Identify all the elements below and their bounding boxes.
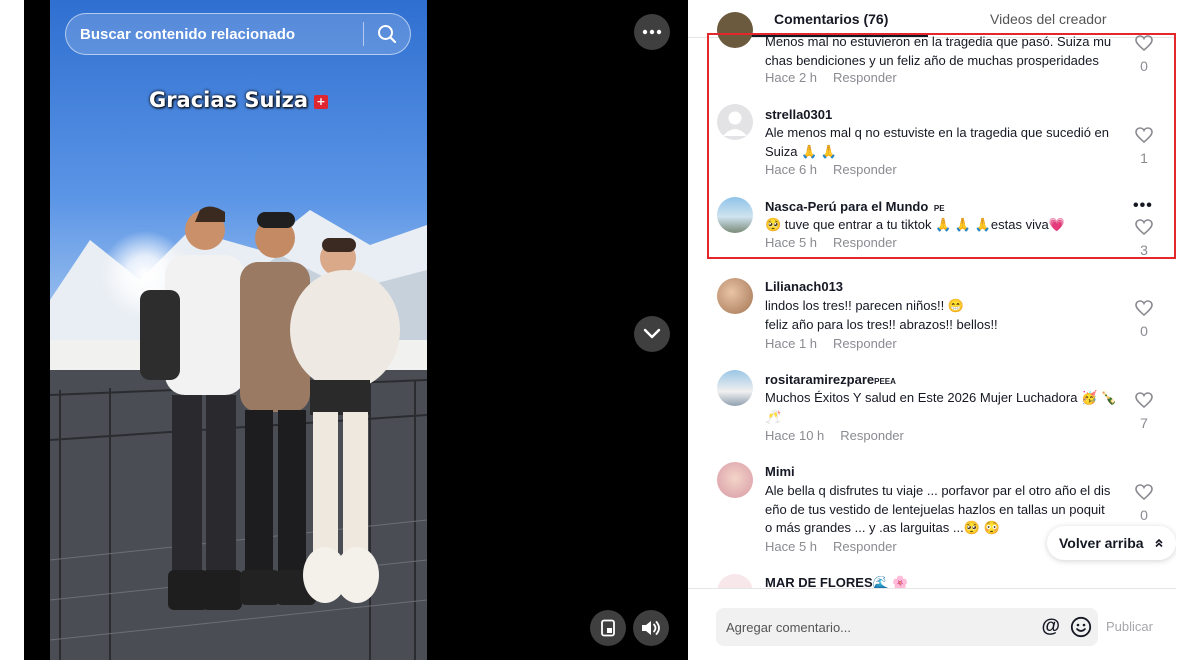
heart-icon [1135, 300, 1153, 317]
right-margin [1176, 0, 1200, 660]
user-badge: PEEA [874, 377, 896, 386]
tab-comments[interactable]: Comentarios (76) [774, 11, 888, 27]
comment-meta: Hace 5 h Responder [765, 539, 897, 554]
comment-username[interactable]: Mimi [765, 464, 795, 479]
comment-username[interactable]: Lilianach013 [765, 279, 843, 294]
emoji-icon[interactable] [1070, 616, 1092, 638]
video-frame[interactable]: Gracias Suiza + [50, 0, 427, 660]
more-options-button[interactable] [634, 14, 670, 50]
search-icon[interactable] [364, 13, 410, 55]
comment-line: eño de tus vestido de lentejuelas hazlos… [765, 501, 1105, 517]
comment-time: Hace 1 h [765, 336, 818, 351]
comment-line: lindos los tres!! parecen niños!! 😁 [765, 298, 965, 313]
left-margin [0, 0, 24, 660]
comment-input-placeholder: Agregar comentario... [726, 619, 852, 635]
next-video-button[interactable] [634, 316, 670, 352]
heart-icon [1135, 392, 1153, 409]
comment-line: Muchos Éxitos Y salud en Este 2026 Mujer… [765, 390, 1118, 405]
comment-username-text: rositaramirezpare [765, 372, 875, 387]
comment-composer: Agregar comentario... @ Publicar [688, 588, 1176, 660]
like-count: 7 [1140, 415, 1148, 431]
tab-creator-videos[interactable]: Videos del creador [990, 11, 1106, 27]
comment-input[interactable]: Agregar comentario... @ [716, 608, 1098, 646]
chevron-up-icon [1154, 538, 1163, 548]
search-bar[interactable]: Buscar contenido relacionado [65, 13, 411, 55]
pip-icon [601, 619, 615, 637]
avatar[interactable] [717, 278, 753, 314]
volume-icon [642, 621, 660, 635]
like-button[interactable]: 0 [1134, 300, 1154, 339]
more-icon [642, 29, 662, 35]
comment-text: Muchos Éxitos Y salud en Este 2026 Mujer… [765, 389, 1121, 426]
comment-line: Ale bella q disfrutes tu viaje ... porfa… [765, 483, 1111, 498]
comment-time: Hace 10 h [765, 428, 825, 443]
like-count: 0 [1140, 323, 1148, 339]
mention-icon[interactable]: @ [1041, 616, 1060, 638]
comment-time: Hace 5 h [765, 539, 818, 554]
avatar[interactable] [717, 370, 753, 406]
swiss-flag-icon: + [314, 95, 329, 109]
back-to-top-label: Volver arriba [1059, 535, 1144, 551]
comment-meta: Hace 10 h Responder [765, 428, 904, 443]
heart-icon [1135, 484, 1153, 501]
highlight-box [707, 33, 1176, 259]
reply-button[interactable]: Responder [833, 539, 897, 554]
chevron-down-icon [643, 328, 661, 339]
comment-meta: Hace 1 h Responder [765, 336, 897, 351]
comment-line: 🥂 [765, 408, 782, 424]
picture-in-picture-button[interactable] [590, 610, 626, 646]
volume-button[interactable] [633, 610, 669, 646]
video-overlay-caption: Gracias Suiza + [50, 88, 427, 112]
back-to-top-button[interactable]: Volver arriba [1047, 526, 1176, 560]
reply-button[interactable]: Responder [840, 428, 904, 443]
like-count: 0 [1140, 507, 1148, 523]
comment-text: lindos los tres!! parecen niños!! 😁 feli… [765, 297, 1121, 334]
like-button[interactable]: 7 [1134, 392, 1154, 431]
people-image [140, 206, 400, 610]
comment-line: feliz año para los tres!! abrazos!! bell… [765, 316, 998, 332]
like-button[interactable]: 0 [1134, 484, 1154, 523]
avatar[interactable] [717, 462, 753, 498]
app-root: Gracias Suiza + Buscar contenido relacion… [0, 0, 1200, 660]
reply-button[interactable]: Responder [833, 336, 897, 351]
overlay-text: Gracias Suiza [148, 88, 309, 112]
comment-username[interactable]: rositaramirezparePEEA [765, 372, 896, 387]
publish-button[interactable]: Publicar [1106, 619, 1153, 634]
search-input[interactable]: Buscar contenido relacionado [66, 26, 363, 43]
